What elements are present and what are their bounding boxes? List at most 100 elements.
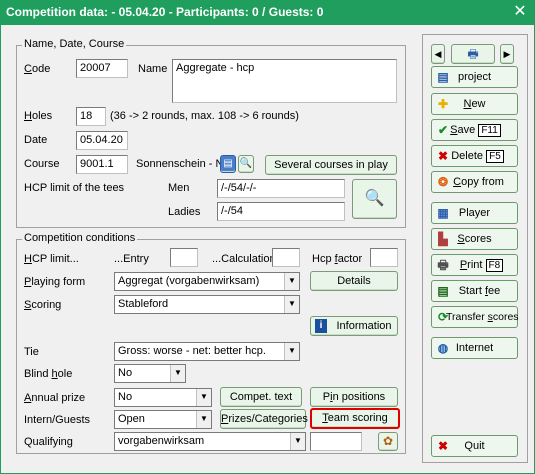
transfer-scores-button[interactable]: ⟳ Transfer scores — [431, 306, 519, 328]
qualifying-select[interactable]: vorgabenwirksam ▼ — [114, 432, 306, 451]
compet-text-button[interactable]: Compet. text — [220, 387, 302, 407]
scores-label: Scores — [457, 233, 492, 245]
intern-guests-value: Open — [118, 413, 145, 425]
player-button[interactable]: ▦ Player — [431, 202, 518, 224]
course-field[interactable]: 9001.1 — [76, 155, 128, 174]
chevron-down-icon: ▼ — [196, 389, 211, 406]
project-label: project — [457, 71, 492, 83]
chevron-down-icon: ▼ — [284, 296, 299, 313]
pin-positions-button[interactable]: Pin positions — [310, 387, 398, 407]
project-button[interactable]: ▤ project — [431, 66, 518, 88]
men-label: Men — [168, 182, 190, 194]
chevron-down-icon: ▼ — [284, 273, 299, 290]
qualifying-label: Qualifying — [24, 436, 73, 448]
info-icon: i — [315, 319, 327, 333]
save-label: Save F11 — [432, 120, 517, 140]
details-button[interactable]: Details — [310, 271, 398, 291]
print-key: F8 — [485, 259, 504, 272]
annual-prize-label: Annual prize — [24, 392, 86, 404]
entry-label: ...Entry — [114, 253, 149, 265]
copy-from-button[interactable]: ❂ Copy from — [431, 171, 518, 193]
close-icon[interactable]: ✕ — [511, 3, 529, 21]
printer-icon[interactable]: 🖶 — [451, 44, 495, 64]
next-arrow-icon[interactable]: ▶ — [500, 44, 514, 64]
scoring-value: Stableford — [118, 298, 169, 310]
intern-guests-label: Intern/Guests — [24, 414, 91, 426]
ladies-field[interactable]: /-/54 — [217, 202, 345, 221]
several-courses-button[interactable]: Several courses in play — [265, 155, 397, 175]
copy-from-label: Copy from — [453, 176, 504, 188]
delete-label: Delete F5 — [432, 146, 517, 166]
information-label: Information — [336, 320, 392, 332]
date-label: Date — [24, 134, 48, 146]
holes-field[interactable]: 18 — [76, 107, 106, 126]
start-fee-button[interactable]: ▤ Start fee — [431, 280, 518, 302]
hcp-factor-field[interactable] — [370, 248, 398, 267]
delete-button[interactable]: ✖ Delete F5 — [431, 145, 518, 167]
scoring-label: Scoring — [24, 299, 62, 311]
internet-label: Internet — [455, 342, 494, 354]
intern-guests-select[interactable]: Open ▼ — [114, 410, 212, 429]
chevron-down-icon: ▼ — [290, 433, 305, 450]
entry-field[interactable] — [170, 248, 198, 267]
holes-hint: (36 -> 2 rounds, max. 108 -> 6 rounds) — [110, 110, 299, 122]
name-field[interactable]: Aggregate - hcp — [172, 59, 397, 103]
player-label: Player — [458, 207, 491, 219]
blind-hole-label: Blind hole — [24, 368, 73, 380]
team-scoring-button[interactable]: Team scoring — [310, 408, 400, 429]
chevron-down-icon: ▼ — [196, 411, 211, 428]
course-search-icon[interactable]: 🔍 — [238, 155, 254, 173]
print-label: Print F8 — [432, 255, 517, 275]
chevron-down-icon: ▼ — [284, 343, 299, 360]
palette-icon[interactable]: ✿ — [378, 432, 398, 451]
men-field[interactable]: /-/54/-/- — [217, 179, 345, 198]
tie-select[interactable]: Gross: worse - net: better hcp. ▼ — [114, 342, 300, 361]
group-title: Name, Date, Course — [22, 38, 127, 50]
group-title: Competition conditions — [22, 232, 138, 244]
hcp-tees-label: HCP limit of the tees — [24, 182, 125, 194]
name-label: Name — [138, 63, 168, 75]
hcp-factor-label: Hcp factor — [312, 253, 363, 265]
tee-search-icon[interactable]: 🔍 — [352, 179, 397, 219]
date-field[interactable]: 05.04.20 — [76, 131, 128, 150]
save-button[interactable]: ✔ Save F11 — [431, 119, 518, 141]
holes-label: Holes — [24, 110, 53, 122]
qualifying-extra-field[interactable] — [310, 432, 362, 451]
save-key: F11 — [478, 124, 501, 137]
internet-button[interactable]: ◍ Internet — [431, 337, 518, 359]
new-label: New — [463, 98, 486, 110]
information-button[interactable]: i Information — [310, 316, 398, 336]
ladies-label: Ladies — [168, 206, 201, 218]
prev-arrow-icon[interactable]: ◀ — [431, 44, 445, 64]
hcp-limit-label: HCP limit... — [24, 253, 79, 265]
delete-key: F5 — [486, 150, 504, 163]
quit-label: Quit — [464, 440, 485, 452]
annual-prize-select[interactable]: No ▼ — [114, 388, 212, 407]
qualifying-value: vorgabenwirksam — [118, 435, 205, 447]
blind-hole-select[interactable]: No ▼ — [114, 364, 186, 383]
playing-form-label: Playing form — [24, 276, 86, 288]
calculation-field[interactable] — [272, 248, 300, 267]
prizes-categories-button[interactable]: Prizes/Categories — [220, 409, 308, 429]
quit-button[interactable]: ✖ Quit — [431, 435, 518, 457]
course-label: Course — [24, 158, 60, 170]
tie-label: Tie — [24, 346, 39, 358]
code-label: Code — [24, 63, 51, 75]
course-name: Sonnenschein - N — [136, 158, 222, 170]
playing-form-select[interactable]: Aggregat (vorgabenwirksam) ▼ — [114, 272, 300, 291]
code-field[interactable]: 20007 — [76, 59, 128, 78]
tie-value: Gross: worse - net: better hcp. — [118, 345, 266, 357]
chevron-down-icon: ▼ — [170, 365, 185, 382]
playing-form-value: Aggregat (vorgabenwirksam) — [118, 275, 260, 287]
transfer-scores-label: Transfer scores — [446, 311, 519, 323]
new-button[interactable]: ✚ New — [431, 93, 518, 115]
print-button[interactable]: 🖶 Print F8 — [431, 254, 518, 276]
scoring-select[interactable]: Stableford ▼ — [114, 295, 300, 314]
window-title: Competition data: - 05.04.20 - Participa… — [0, 0, 535, 25]
calculation-label: ...Calculation — [212, 253, 276, 265]
scores-button[interactable]: ▙ Scores — [431, 228, 518, 250]
blind-hole-value: No — [118, 367, 133, 379]
course-list-icon[interactable]: ▤ — [220, 155, 236, 173]
annual-prize-value: No — [118, 391, 133, 403]
start-fee-label: Start fee — [458, 285, 501, 297]
